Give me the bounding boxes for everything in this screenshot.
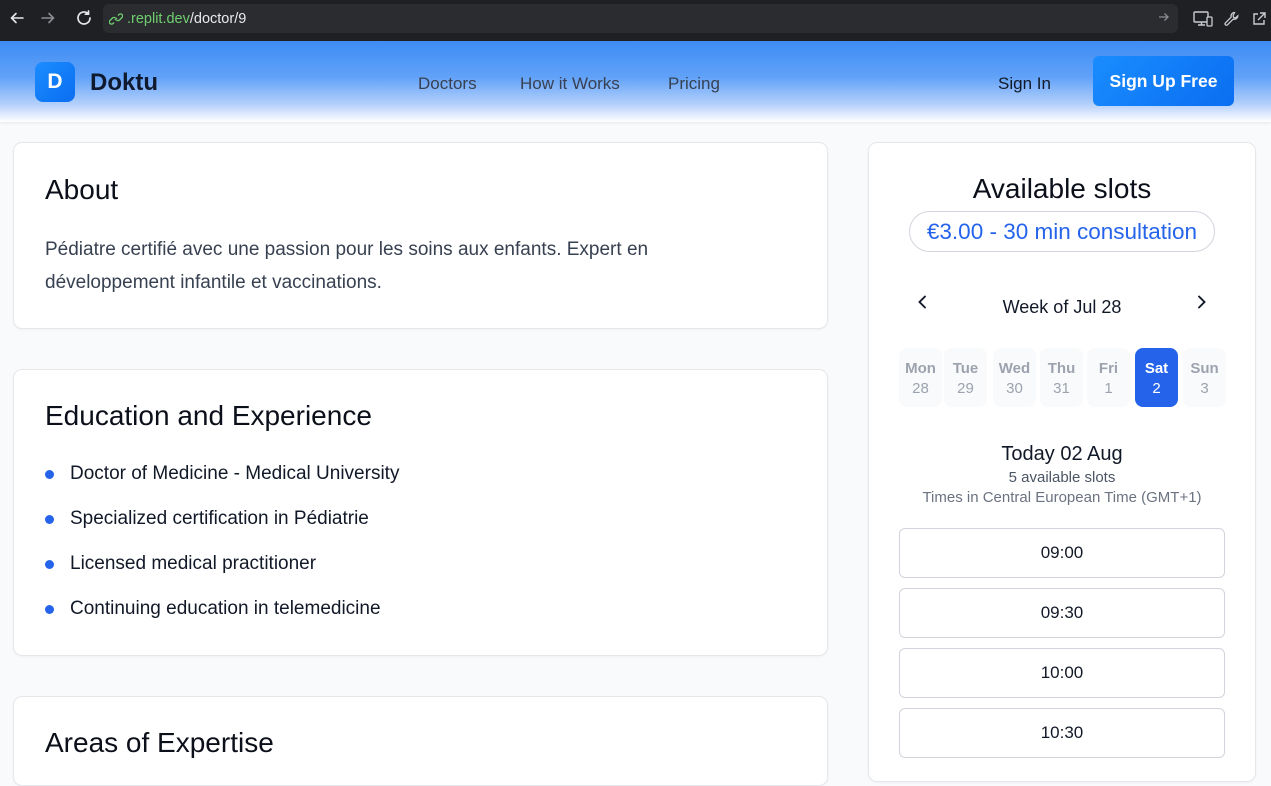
list-item: Specialized certification in Pédiatrie (45, 507, 399, 552)
sign-in-link[interactable]: Sign In (998, 74, 1051, 94)
day-name: Wed (998, 360, 1031, 377)
bullet-icon (45, 515, 54, 524)
browser-toolbar: .replit.dev/doctor/9 (0, 0, 1271, 41)
external-link-icon[interactable] (1251, 11, 1267, 27)
forward-icon[interactable] (31, 1, 65, 35)
day-name: Sat (1144, 360, 1169, 377)
education-title: Education and Experience (45, 400, 372, 431)
day-date: 1 (1104, 380, 1113, 397)
chevron-right-icon[interactable] (1194, 293, 1208, 317)
day-tue[interactable]: Tue 29 (944, 348, 987, 407)
time-slot-button[interactable]: 09:00 (899, 528, 1225, 578)
address-bar[interactable]: .replit.dev/doctor/9 (103, 4, 1178, 33)
nav-pricing[interactable]: Pricing (668, 74, 720, 94)
sign-up-button[interactable]: Sign Up Free (1093, 56, 1234, 106)
day-date: 28 (912, 380, 929, 397)
list-item: Licensed medical practitioner (45, 552, 399, 597)
bullet-icon (45, 470, 54, 479)
day-date: 30 (1006, 380, 1023, 397)
day-date: 29 (957, 380, 974, 397)
week-label: Week of Jul 28 (1002, 297, 1122, 317)
link-icon (109, 12, 123, 26)
available-count: 5 available slots (1008, 469, 1116, 486)
slots-title: Available slots (972, 173, 1152, 204)
day-fri[interactable]: Fri 1 (1087, 348, 1130, 407)
day-name: Sun (1190, 360, 1219, 377)
time-slot-button[interactable]: 09:30 (899, 588, 1225, 638)
nav-doctors[interactable]: Doctors (418, 74, 477, 94)
expertise-title: Areas of Expertise (45, 727, 274, 758)
about-text: Pédiatre certifié avec une passion pour … (45, 239, 649, 293)
slots-panel: Available slots €3.00 - 30 min consultat… (868, 142, 1256, 782)
day-sat[interactable]: Sat 2 (1135, 348, 1178, 407)
about-card: About Pédiatre certifié avec une passion… (13, 142, 828, 329)
site-header: D Doktu Doctors How it Works Pricing Sig… (0, 41, 1271, 122)
week-navigator: Week of Jul 28 (899, 291, 1225, 321)
day-date: 31 (1053, 380, 1070, 397)
day-sun[interactable]: Sun 3 (1183, 348, 1226, 407)
day-name: Tue (952, 360, 979, 377)
go-arrow-icon[interactable] (1158, 11, 1170, 27)
list-item: Continuing education in telemedicine (45, 597, 399, 642)
about-title: About (45, 174, 119, 205)
day-name: Mon (905, 360, 936, 377)
reload-icon[interactable] (67, 1, 101, 35)
bullet-icon (45, 560, 54, 569)
logo-badge[interactable]: D (35, 62, 75, 102)
list-item: Doctor of Medicine - Medical University (45, 462, 399, 507)
wrench-icon[interactable] (1223, 10, 1241, 28)
expertise-card: Areas of Expertise (13, 696, 828, 786)
day-thu[interactable]: Thu 31 (1040, 348, 1083, 407)
bullet-icon (45, 605, 54, 614)
timezone-note: Times in Central European Time (GMT+1) (922, 489, 1202, 506)
day-date: 2 (1152, 380, 1161, 397)
day-name: Thu (1047, 360, 1076, 377)
url-path: /doctor/9 (189, 10, 247, 27)
day-mon[interactable]: Mon 28 (899, 348, 942, 407)
url-host: .replit.dev (127, 10, 190, 27)
brand-name[interactable]: Doktu (90, 69, 158, 97)
day-wed[interactable]: Wed 30 (993, 348, 1036, 407)
back-icon[interactable] (0, 1, 34, 35)
devices-icon[interactable] (1193, 10, 1213, 28)
nav-how-it-works[interactable]: How it Works (520, 74, 620, 94)
selected-date-title: Today 02 Aug (1001, 443, 1123, 465)
education-list: Doctor of Medicine - Medical University … (45, 462, 399, 642)
day-name: Fri (1098, 360, 1119, 377)
day-date: 3 (1200, 380, 1209, 397)
time-slot-button[interactable]: 10:30 (899, 708, 1225, 758)
time-slot-button[interactable]: 10:00 (899, 648, 1225, 698)
price-badge: €3.00 - 30 min consultation (909, 211, 1215, 252)
education-card: Education and Experience Doctor of Medic… (13, 369, 828, 656)
